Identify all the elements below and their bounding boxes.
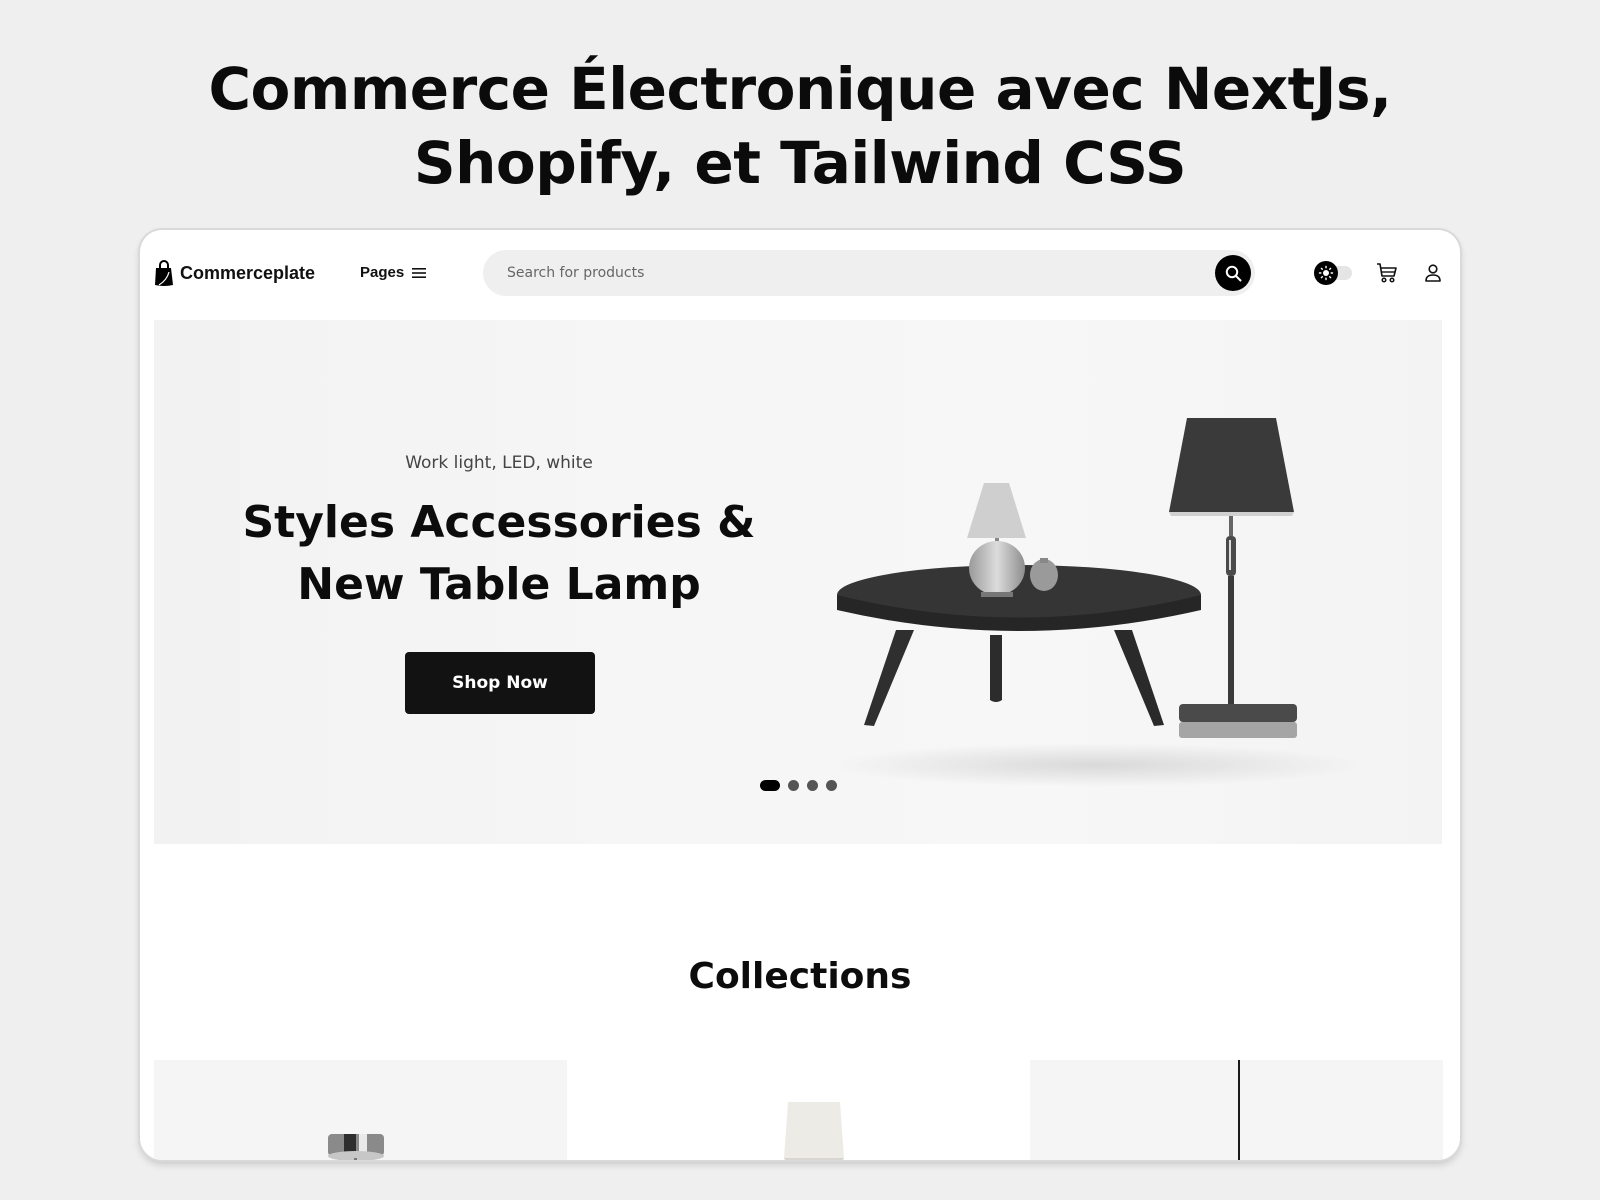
search-bar — [483, 250, 1255, 296]
hero-subtitle: Work light, LED, white — [405, 453, 593, 473]
collections-heading: Collections — [688, 956, 912, 997]
shop-now-button[interactable]: Shop Now — [405, 652, 595, 714]
search-input[interactable] — [507, 250, 1187, 296]
search-button[interactable] — [1215, 255, 1251, 291]
slider-pagination — [760, 780, 837, 791]
small-table-lamp — [967, 483, 1058, 597]
theme-toggle[interactable] — [1314, 260, 1354, 285]
pages-label: Pages — [360, 264, 405, 281]
hanging-cord-lamp-image — [1238, 1060, 1240, 1160]
toggle-knob — [1314, 261, 1338, 285]
hero-slider: Work light, LED, white Styles Accessorie… — [154, 320, 1442, 844]
headline-line-1: Commerce Électronique avec NextJs, — [208, 55, 1392, 123]
brand-logo[interactable]: Commerceplate — [154, 260, 315, 287]
hero-title-line-2: New Table Lamp — [297, 559, 701, 610]
coffee-table — [837, 565, 1201, 726]
site-header: Commerceplate Pages — [140, 230, 1460, 316]
cart-icon[interactable] — [1376, 262, 1398, 284]
brand-name: Commerceplate — [180, 263, 316, 283]
slide-dot-1[interactable] — [760, 780, 780, 791]
white-table-lamp-image — [784, 1102, 844, 1160]
hero-title: Styles Accessories & New Table Lamp — [154, 492, 844, 616]
collection-card[interactable] — [154, 1060, 567, 1160]
slide-dot-4[interactable] — [826, 780, 837, 791]
collection-card[interactable] — [592, 1060, 1005, 1160]
pendant-lamp-image — [328, 1134, 384, 1160]
browser-frame: Commerceplate Pages Search for products … — [140, 230, 1460, 1160]
hero-title-line-1: Styles Accessories & — [242, 497, 756, 548]
user-icon[interactable] — [1424, 263, 1442, 283]
page-headline: Commerce Électronique avec NextJs, Shopi… — [0, 52, 1600, 200]
pages-menu-button[interactable]: Pages — [360, 264, 427, 281]
slide-dot-3[interactable] — [807, 780, 818, 791]
menu-icon — [412, 267, 427, 278]
collection-card[interactable] — [1030, 1060, 1443, 1160]
search-icon — [1225, 265, 1241, 281]
floor-lamp — [1169, 418, 1297, 738]
slide-dot-2[interactable] — [788, 780, 799, 791]
shopping-bag-icon — [155, 260, 173, 286]
floor-shadow — [824, 743, 1364, 787]
headline-line-2: Shopify, et Tailwind CSS — [413, 129, 1187, 197]
hero-product-image — [824, 418, 1364, 787]
sun-icon — [1318, 265, 1334, 281]
